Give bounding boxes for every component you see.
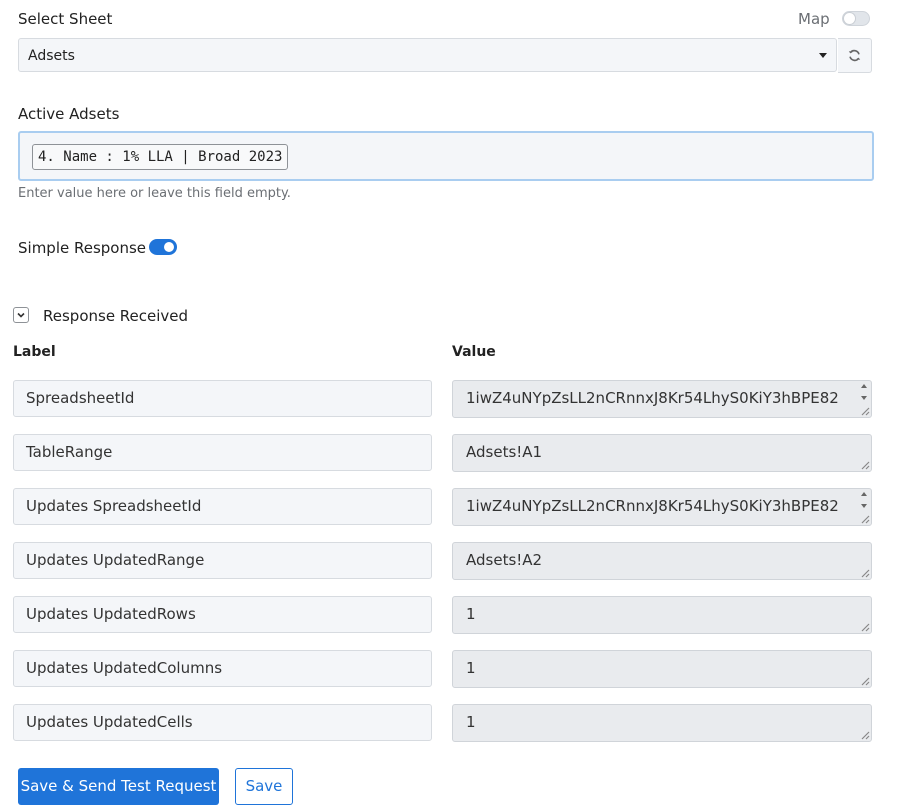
response-label-updates-updatedrange: Updates UpdatedRange (13, 542, 432, 579)
response-value-text: 1iwZ4uNYpZsLL2nCRnnxJ8Kr54LhyS0KiY3hBPE8… (466, 497, 839, 515)
response-value-text: Adsets!A1 (466, 443, 543, 461)
response-value-updates-spreadsheetid[interactable]: 1iwZ4uNYpZsLL2nCRnnxJ8Kr54LhyS0KiY3hBPE8… (452, 488, 872, 526)
response-label-updates-updatedrows: Updates UpdatedRows (13, 596, 432, 633)
active-adsets-label: Active Adsets (18, 105, 120, 123)
response-label-updates-updatedcolumns: Updates UpdatedColumns (13, 650, 432, 687)
save-button[interactable]: Save (235, 768, 293, 805)
map-toggle-knob (844, 13, 855, 24)
label-column-header: Label (13, 344, 56, 360)
resize-grip-icon[interactable] (860, 514, 870, 524)
response-label-spreadsheetid: SpreadsheetId (13, 380, 432, 417)
mapped-value-chip[interactable]: 4. Name : 1% LLA | Broad 2023 (32, 144, 289, 170)
collapse-toggle[interactable] (13, 307, 29, 323)
response-value-text: Adsets!A2 (466, 551, 543, 569)
resize-grip-icon[interactable] (860, 676, 870, 686)
value-column-header: Value (452, 344, 496, 360)
simple-response-toggle[interactable] (149, 239, 177, 255)
response-value-tablerange[interactable]: Adsets!A1 (452, 434, 872, 472)
response-received-title: Response Received (43, 307, 189, 325)
textarea-scroll-arrows[interactable] (859, 384, 868, 400)
active-adsets-helper: Enter value here or leave this field emp… (18, 186, 291, 201)
response-value-updates-updatedcells[interactable]: 1 (452, 704, 872, 742)
textarea-scroll-arrows[interactable] (859, 492, 868, 508)
refresh-icon (848, 49, 861, 62)
sheet-select[interactable]: Adsets (18, 38, 837, 72)
response-label-updates-spreadsheetid: Updates SpreadsheetId (13, 488, 432, 525)
chevron-down-icon (819, 53, 827, 58)
map-toggle[interactable] (842, 11, 870, 26)
chevron-down-icon (17, 312, 25, 318)
simple-response-label: Simple Response (18, 239, 147, 257)
response-label-tablerange: TableRange (13, 434, 432, 471)
sheet-select-value: Adsets (28, 48, 75, 64)
response-label-updates-updatedcells: Updates UpdatedCells (13, 704, 432, 741)
response-value-updates-updatedrows[interactable]: 1 (452, 596, 872, 634)
map-label: Map (798, 10, 830, 28)
resize-grip-icon[interactable] (860, 730, 870, 740)
response-value-text: 1iwZ4uNYpZsLL2nCRnnxJ8Kr54LhyS0KiY3hBPE8… (466, 389, 839, 407)
save-and-send-test-request-button[interactable]: Save & Send Test Request (18, 768, 219, 805)
response-value-updates-updatedrange[interactable]: Adsets!A2 (452, 542, 872, 580)
response-value-text: 1 (466, 713, 476, 731)
response-value-text: 1 (466, 605, 476, 623)
resize-grip-icon[interactable] (860, 568, 870, 578)
resize-grip-icon[interactable] (860, 622, 870, 632)
response-value-text: 1 (466, 659, 476, 677)
refresh-button[interactable] (838, 38, 872, 73)
resize-grip-icon[interactable] (860, 460, 870, 470)
response-value-spreadsheetid[interactable]: 1iwZ4uNYpZsLL2nCRnnxJ8Kr54LhyS0KiY3hBPE8… (452, 380, 872, 418)
resize-grip-icon[interactable] (860, 406, 870, 416)
active-adsets-input[interactable]: 4. Name : 1% LLA | Broad 2023 (18, 131, 874, 181)
select-sheet-label: Select Sheet (18, 10, 113, 28)
response-value-updates-updatedcolumns[interactable]: 1 (452, 650, 872, 688)
simple-response-toggle-knob (164, 242, 174, 252)
